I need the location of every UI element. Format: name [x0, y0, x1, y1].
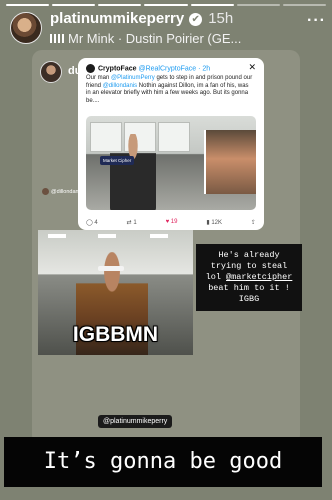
caption-line: He's already — [218, 250, 280, 260]
like-count: ♥ 19 — [165, 219, 178, 225]
small-tag-text: @dillondanis — [51, 188, 83, 195]
caption-line: beat him to it ! — [208, 283, 290, 293]
view-count-value: 12K — [211, 220, 223, 226]
tweet-avatar — [86, 64, 95, 73]
story-username[interactable]: platinummikeperry — [50, 10, 184, 27]
retweet-count-value: 1 — [133, 220, 137, 226]
progress-segment — [98, 4, 142, 6]
photo-inset — [204, 130, 256, 194]
caption-line: IGBG — [238, 294, 260, 304]
tweet-photo: Market Cipher — [86, 116, 256, 210]
ceiling-light — [150, 234, 168, 238]
tweet-author: CryptoFace — [98, 65, 137, 73]
repost-avatar[interactable] — [40, 61, 62, 83]
share-icon: ⇪ — [250, 220, 256, 226]
more-icon[interactable]: ··· — [307, 12, 326, 30]
music-icon — [50, 34, 64, 43]
avatar[interactable] — [10, 12, 42, 44]
small-avatar — [42, 188, 49, 195]
mention-sticker[interactable]: @platinummikeperry — [98, 415, 173, 428]
photo-chip: Market Cipher — [100, 156, 135, 165]
progress-segment — [236, 4, 280, 6]
music-label: Mr Mink · Dustin Poirier (GE... — [68, 31, 242, 46]
like-count-value: 19 — [170, 219, 178, 225]
video-frame: IGBBMN — [38, 230, 193, 355]
progress-segment — [52, 4, 96, 6]
story-progress — [6, 4, 326, 6]
reply-count: ◯ 4 — [86, 220, 98, 226]
ceiling-light — [98, 234, 116, 238]
retweet-count: ⇄ 1 — [126, 220, 137, 226]
caption-box: He's already trying to steal lol @market… — [196, 244, 302, 311]
music-row[interactable]: Mr Mink · Dustin Poirier (GE... — [50, 31, 241, 46]
video-overlay-text: IGBBMN — [72, 323, 159, 346]
story-header: platinummikeperry ✔ 15h ··· Mr Mink · Dust… — [10, 10, 326, 46]
tweet-actions: ◯ 4 ⇄ 1 ♥ 19 ▮ 12K ⇪ — [86, 219, 256, 226]
x-logo-icon: ✕ — [248, 62, 256, 72]
tweet-mention: @dillondanis — [102, 82, 138, 89]
caption-line: lol @marketcipher — [200, 272, 298, 283]
progress-segment — [144, 4, 188, 6]
tweet-card[interactable]: CryptoFace @RealCryptoFace · 2h ✕ Our ma… — [78, 58, 264, 230]
caption-line: trying to steal — [210, 261, 288, 271]
small-mention-tag: @dillondanis — [42, 188, 83, 195]
reply-count-value: 4 — [94, 220, 98, 226]
photo-person — [110, 134, 156, 210]
progress-segment — [190, 4, 234, 6]
tweet-header: CryptoFace @RealCryptoFace · 2h — [86, 64, 210, 73]
caption-text: lol — [205, 272, 227, 282]
tweet-text: Our man @PlatinumPerry gets to step in a… — [86, 75, 254, 105]
verified-icon: ✔ — [189, 12, 203, 26]
tweet-text-part: Our man — [86, 75, 112, 81]
caption-mention[interactable]: @marketcipher — [226, 272, 292, 282]
photo-window — [158, 122, 190, 152]
tweet-handle: @RealCryptoFace · 2h — [138, 65, 211, 73]
story-time: 15h — [208, 10, 234, 27]
sunglasses — [98, 266, 124, 271]
progress-segment — [6, 4, 50, 6]
tweet-mention: @PlatinumPerry — [111, 75, 155, 81]
ceiling-light — [48, 234, 66, 238]
progress-segment — [282, 4, 326, 6]
bottom-caption: It’s gonna be good — [4, 437, 322, 487]
story-username-row[interactable]: platinummikeperry ✔ 15h — [50, 10, 233, 27]
view-count: ▮ 12K — [206, 220, 223, 226]
